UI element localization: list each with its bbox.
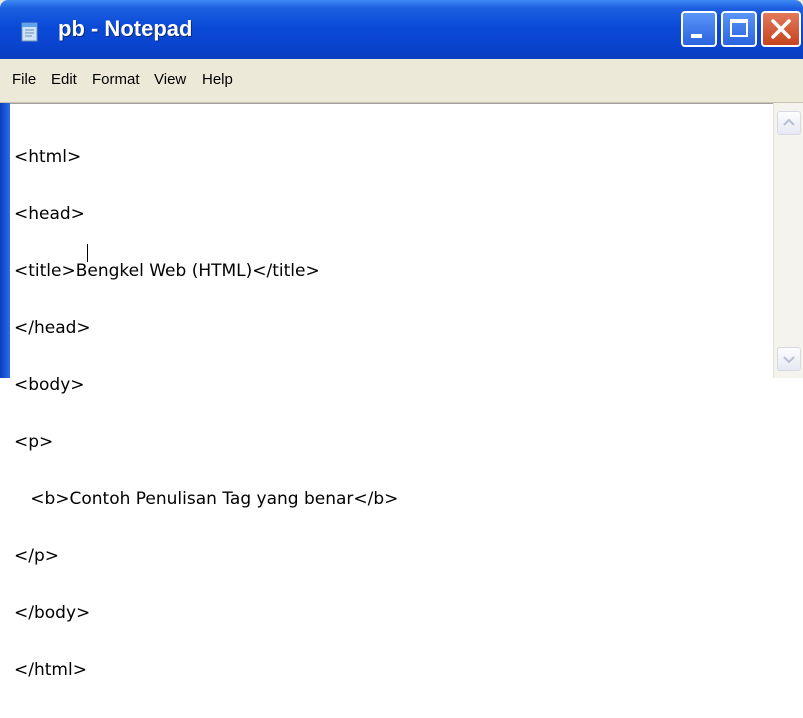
scroll-down-button[interactable] [777,347,801,371]
menu-file[interactable]: File [12,71,36,88]
code-line: <head> [14,204,85,224]
chevron-down-icon [783,356,795,364]
menu-edit[interactable]: Edit [51,71,77,88]
notepad-window: pb - Notepad File Edit Format View Help … [0,0,803,680]
title-bar[interactable]: pb - Notepad [0,0,803,59]
minimize-icon [691,34,702,38]
maximize-icon [730,19,748,37]
notepad-icon[interactable] [18,20,42,44]
maximize-button[interactable] [721,11,757,47]
menu-format[interactable]: Format [92,71,140,88]
vertical-scrollbar[interactable] [773,103,803,378]
menu-help[interactable]: Help [202,71,233,88]
code-line: <body> [14,375,85,395]
close-icon [771,19,791,39]
code-line: <title>Bengkel Web (HTML)</title> [14,261,320,281]
window-frame-left [0,103,10,378]
close-button[interactable] [761,11,801,47]
code-line: <b>Contoh Penulisan Tag yang benar</b> [14,489,399,509]
chevron-up-icon [783,118,795,126]
window-title: pb - Notepad [58,16,193,41]
code-line: </head> [14,318,91,338]
editor-content[interactable]: <html> <head> <title>Bengkel Web (HTML)<… [14,110,398,718]
scroll-up-button[interactable] [777,111,801,135]
menu-bar: File Edit Format View Help [0,59,803,103]
code-line: </body> [14,603,91,623]
code-line: <html> [14,147,82,167]
text-editor[interactable]: <html> <head> <title>Bengkel Web (HTML)<… [10,103,773,680]
code-line: <p> [14,432,54,452]
code-line: </html> [14,660,87,680]
code-line: </p> [14,546,60,566]
minimize-button[interactable] [681,11,717,47]
text-caret [87,244,88,262]
menu-view[interactable]: View [154,71,186,88]
